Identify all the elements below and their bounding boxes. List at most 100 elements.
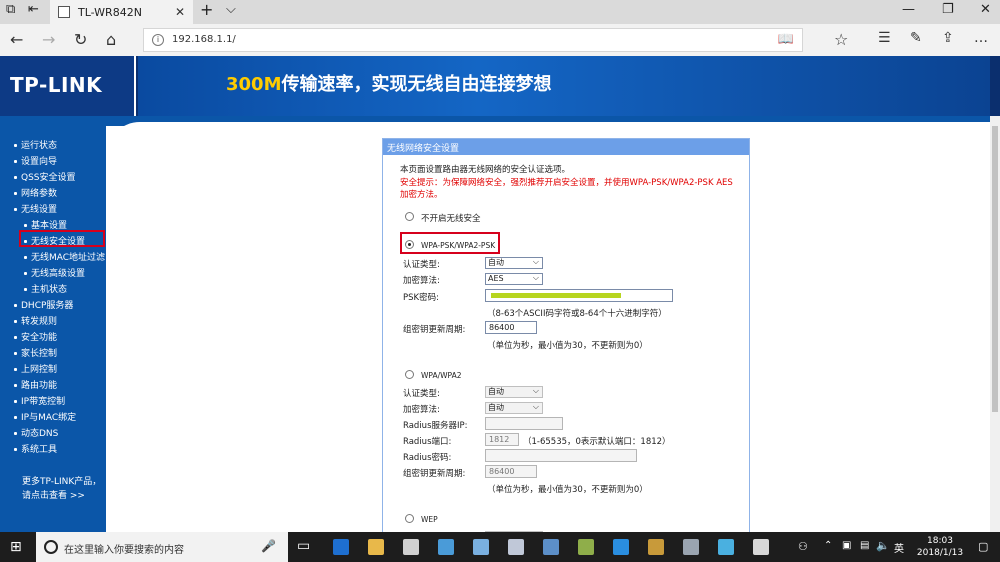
url-text: 192.168.1.1/ — [172, 34, 236, 45]
sidebar-item-dhcp[interactable]: DHCP服务器 — [14, 298, 73, 311]
sidebar-item-ip-mac[interactable]: IP与MAC绑定 — [14, 410, 76, 423]
radio-no-security[interactable] — [405, 212, 414, 221]
highlight-box-wpa-psk — [400, 232, 500, 254]
tab-list-icon[interactable]: ⌵ — [226, 2, 236, 17]
taskbar-search[interactable]: 在这里输入你要搜索的内容 🎤 — [36, 532, 288, 562]
close-tab-icon[interactable]: ✕ — [175, 5, 185, 19]
sidebar-item-status[interactable]: 运行状态 — [14, 138, 57, 151]
wpa-renew-input[interactable]: 86400 — [485, 465, 537, 478]
sidebar-item-hosts[interactable]: 主机状态 — [24, 282, 67, 295]
people-icon[interactable]: ⚇ — [798, 540, 808, 553]
tab-manager-icon[interactable]: ⧉ — [6, 2, 15, 17]
clock-time: 18:03 — [927, 536, 953, 546]
tray-chevron-icon[interactable]: ⌃ — [824, 540, 832, 551]
task-view-icon[interactable]: ▭ — [297, 538, 310, 554]
radius-port-input[interactable]: 1812 — [485, 433, 519, 446]
scrollbar-thumb[interactable] — [992, 126, 998, 412]
forward-icon[interactable]: → — [42, 30, 55, 49]
radio-wpa[interactable] — [405, 370, 414, 379]
microphone-icon[interactable]: 🎤 — [261, 539, 276, 553]
edge-taskbar-icon[interactable] — [333, 539, 349, 555]
tray-icon-1[interactable]: ▣ — [842, 540, 851, 551]
more-icon[interactable]: … — [974, 30, 988, 46]
home-icon[interactable]: ⌂ — [106, 30, 116, 49]
back-tabs-icon[interactable]: ⇤ — [28, 2, 39, 17]
windows-start-icon[interactable]: ⊞ — [10, 539, 22, 555]
minimize-icon[interactable]: — — [902, 2, 915, 17]
new-tab-icon[interactable]: + — [200, 0, 213, 19]
app-taskbar-icon-3[interactable] — [508, 539, 524, 555]
app-taskbar-icon-7[interactable] — [683, 539, 699, 555]
sidebar-item-routing[interactable]: 路由功能 — [14, 378, 57, 391]
share-icon[interactable]: ⇪ — [942, 30, 954, 46]
radius-password-label: Radius密码: — [403, 453, 452, 463]
warning-line2: 加密方法。 — [400, 190, 443, 200]
sidebar-item-wireless[interactable]: 无线设置 — [14, 202, 57, 215]
clock[interactable]: 18:03 2018/1/13 — [910, 535, 970, 559]
wpa-auth-label: 认证类型: — [403, 389, 440, 399]
browser-tab[interactable]: TL-WR842N ✕ — [50, 0, 193, 24]
app-taskbar-icon-6[interactable] — [648, 539, 664, 555]
wpa-renew-label: 组密钥更新周期: — [403, 469, 466, 479]
app-taskbar-icon-5[interactable] — [578, 539, 594, 555]
explorer-taskbar-icon[interactable] — [368, 539, 384, 555]
psk-enc-select[interactable]: AES — [485, 273, 543, 285]
network-icon[interactable]: ▤ — [860, 540, 869, 551]
app-taskbar-icon-2[interactable] — [473, 539, 489, 555]
close-window-icon[interactable]: ✕ — [980, 2, 991, 17]
sidebar-item-advanced[interactable]: 无线高级设置 — [24, 266, 85, 279]
address-bar[interactable]: i 192.168.1.1/ 📖 — [143, 28, 803, 52]
maximize-icon[interactable]: ❐ — [942, 2, 954, 17]
radio-wep[interactable] — [405, 514, 414, 523]
sidebar-item-ddns[interactable]: 动态DNS — [14, 426, 58, 439]
tp-link-logo: TP-LINK — [10, 73, 103, 97]
back-icon[interactable]: ← — [10, 30, 23, 49]
security-panel: 无线网络安全设置 本页面设置路由器无线网络的安全认证选项。 安全提示：为保障网络… — [382, 138, 750, 532]
radius-ip-input[interactable] — [485, 417, 563, 430]
reading-view-icon[interactable]: 📖 — [778, 32, 794, 47]
web-note-icon[interactable]: ✎ — [910, 30, 922, 46]
wpa-enc-select[interactable]: 自动 — [485, 402, 543, 414]
taskbar: ⊞ 在这里输入你要搜索的内容 🎤 ▭ ⚇ ⌃ ▣ ▤ 🔈 英 18:03 201… — [0, 532, 1000, 562]
intro-text: 本页面设置路由器无线网络的安全认证选项。 — [400, 165, 571, 175]
notification-icon[interactable]: ▢ — [978, 540, 988, 553]
calculator-taskbar-icon[interactable] — [403, 539, 419, 555]
ie-taskbar-icon[interactable] — [613, 539, 629, 555]
hub-icon[interactable]: ☰ — [878, 30, 891, 46]
more-products-link[interactable]: 请点击查看 >> — [22, 488, 85, 501]
highlight-box-sidebar — [19, 230, 105, 247]
sidebar-item-forwarding[interactable]: 转发规则 — [14, 314, 57, 327]
favorite-star-icon[interactable]: ☆ — [834, 30, 848, 49]
psk-password-input[interactable] — [485, 289, 673, 302]
sidebar-item-qss[interactable]: QSS安全设置 — [14, 170, 76, 183]
sidebar-item-network[interactable]: 网络参数 — [14, 186, 57, 199]
panel-title: 无线网络安全设置 — [383, 139, 749, 155]
more-products-line1[interactable]: 更多TP-LINK产品， — [22, 474, 101, 487]
app-taskbar-icon-4[interactable] — [543, 539, 559, 555]
app-taskbar-icon-1[interactable] — [438, 539, 454, 555]
volume-icon[interactable]: 🔈 — [876, 539, 890, 552]
sidebar-item-mac-filter[interactable]: 无线MAC地址过滤 — [24, 250, 105, 263]
wpa-enc-label: 加密算法: — [403, 405, 440, 415]
app-taskbar-icon-9[interactable] — [753, 539, 769, 555]
psk-renew-label: 组密钥更新周期: — [403, 325, 466, 335]
sidebar-item-bandwidth[interactable]: IP带宽控制 — [14, 394, 65, 407]
wpa-auth-select[interactable]: 自动 — [485, 386, 543, 398]
sidebar-item-parental[interactable]: 家长控制 — [14, 346, 57, 359]
sidebar-item-tools[interactable]: 系统工具 — [14, 442, 57, 455]
cortana-icon — [44, 540, 58, 554]
sidebar-item-wizard[interactable]: 设置向导 — [14, 154, 57, 167]
sidebar-item-security[interactable]: 安全功能 — [14, 330, 57, 343]
psk-enc-label: 加密算法: — [403, 276, 440, 286]
app-taskbar-icon-8[interactable] — [718, 539, 734, 555]
psk-auth-select[interactable]: 自动 — [485, 257, 543, 269]
tab-title: TL-WR842N — [78, 5, 142, 19]
wpa-renew-hint: （单位为秒，最小值为30，不更新则为0） — [487, 485, 648, 495]
ime-indicator[interactable]: 英 — [894, 540, 904, 555]
radius-password-input[interactable] — [485, 449, 637, 462]
title-bar: ⧉ ⇤ TL-WR842N ✕ + ⌵ — ❐ ✕ — [0, 0, 1000, 24]
sidebar-item-access[interactable]: 上网控制 — [14, 362, 57, 375]
radius-port-hint: （1-65535，0表示默认端口：1812） — [523, 437, 671, 447]
refresh-icon[interactable]: ↻ — [74, 30, 87, 49]
psk-renew-input[interactable]: 86400 — [485, 321, 537, 334]
